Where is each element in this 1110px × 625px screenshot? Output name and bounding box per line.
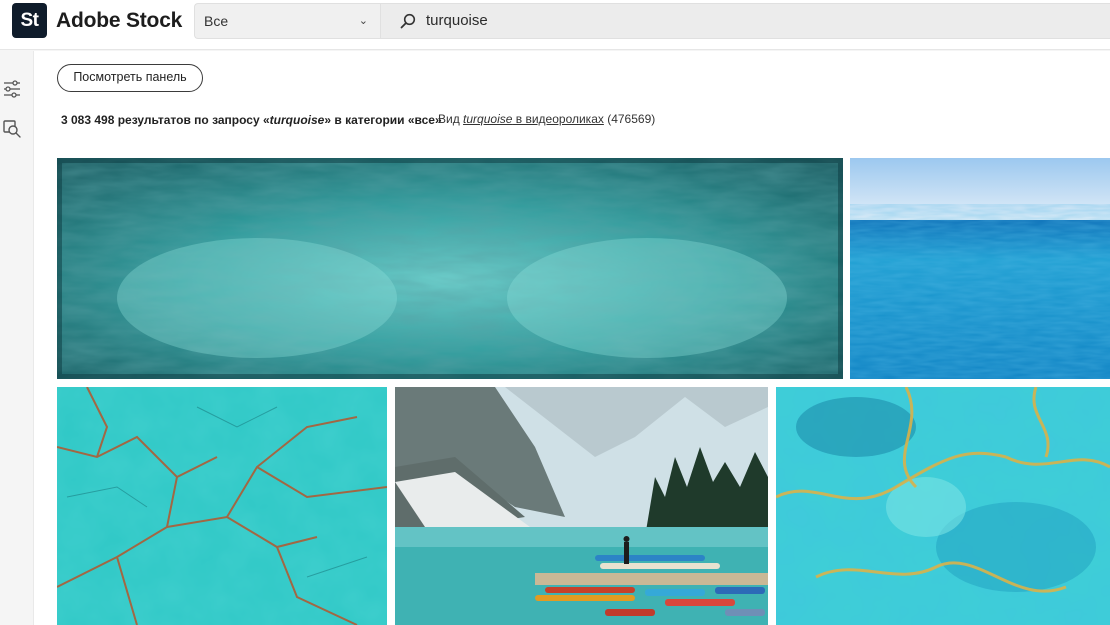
videos-link[interactable]: turquoise в видеороликах bbox=[463, 112, 604, 126]
turquoise-stone-image bbox=[57, 387, 387, 625]
chevron-down-icon: ⌄ bbox=[358, 15, 368, 27]
results-summary: 3 083 498 результатов по запросу «turquo… bbox=[61, 113, 442, 127]
search-input[interactable]: turquoise bbox=[426, 4, 488, 38]
turquoise-sea-image bbox=[850, 158, 1110, 379]
adobe-stock-logo[interactable]: St bbox=[12, 3, 47, 38]
brand-name[interactable]: Adobe Stock bbox=[56, 9, 182, 33]
videos-count: (476569) bbox=[603, 112, 656, 126]
filters-icon[interactable] bbox=[2, 79, 22, 99]
search-field[interactable]: turquoise bbox=[380, 3, 1110, 39]
image-tile-ink[interactable] bbox=[776, 387, 1110, 625]
videos-link-line: Вид turquoise в видеороликах (476569) bbox=[438, 112, 656, 126]
turquoise-grunge-image bbox=[57, 158, 843, 379]
left-rail bbox=[0, 51, 34, 625]
view-panel-button[interactable]: Посмотреть панель bbox=[57, 64, 203, 92]
category-select[interactable]: Все ⌄ bbox=[194, 3, 380, 39]
image-tile-lake[interactable] bbox=[395, 387, 768, 625]
search-icon bbox=[400, 13, 416, 29]
alcohol-ink-image bbox=[776, 387, 1110, 625]
results-query: turquoise bbox=[269, 113, 325, 127]
visual-search-icon[interactable] bbox=[2, 119, 22, 139]
category-select-value: Все bbox=[204, 13, 229, 29]
image-tile-stone[interactable] bbox=[57, 387, 387, 625]
results-area: Посмотреть панель 3 083 498 результатов … bbox=[34, 51, 1110, 625]
mountain-lake-image bbox=[395, 387, 768, 625]
image-tile-grunge[interactable] bbox=[57, 158, 843, 379]
top-bar: St Adobe Stock Все ⌄ turquoise bbox=[0, 0, 1110, 50]
image-tile-sea[interactable] bbox=[850, 158, 1110, 379]
